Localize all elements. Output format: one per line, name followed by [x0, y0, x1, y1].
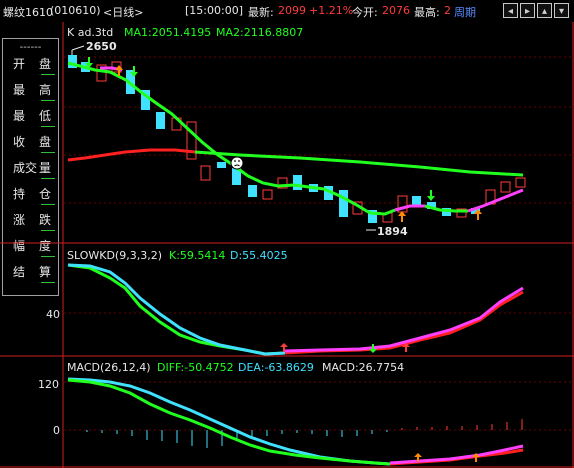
- candle-down: [293, 175, 302, 190]
- candle-down: [339, 190, 348, 217]
- macd-axis-tick-0: 0: [53, 424, 60, 437]
- macd-axis-tick-120: 120: [38, 378, 59, 391]
- high-price-marker: 2650: [86, 40, 117, 53]
- macd-diff-line: [67, 378, 391, 466]
- kd-k-line-tail: [284, 290, 524, 355]
- kd-panel-title: SLOWKD(9,3,3,2): [67, 249, 162, 262]
- candle-up: [515, 177, 526, 188]
- candle-down: [156, 112, 165, 129]
- sad-face-icon: [230, 156, 244, 170]
- candle-down: [248, 185, 257, 197]
- macd-diff-readout: DIFF:-50.4752: [157, 361, 234, 374]
- macd-panel-title: MACD(26,12,4): [67, 361, 151, 374]
- candle-up: [200, 165, 211, 181]
- kd-d-line: [67, 263, 286, 356]
- signal-line-price: [394, 204, 425, 212]
- ma1-readout: MA1:2051.4195: [124, 26, 211, 39]
- down-arrow-icon: [427, 190, 435, 201]
- up-arrow-icon: [398, 211, 406, 222]
- macd-dea-readout: DEA:-63.8629: [238, 361, 314, 374]
- kd-d-readout: D:55.4025: [230, 249, 288, 262]
- kd-k-readout: K:59.5414: [169, 249, 225, 262]
- price-panel-title: K ad.3td: [67, 26, 113, 39]
- kd-k-line: [67, 263, 286, 356]
- macd-value-readout: MACD:26.7754: [322, 361, 404, 374]
- candle-up: [500, 181, 511, 193]
- candle-down: [217, 162, 226, 168]
- chart-canvas[interactable]: K ad.3td MA1:2051.4195 MA2:2116.8807 265…: [0, 0, 574, 468]
- kd-d-line-tail: [284, 286, 524, 353]
- signal-arrows: [85, 57, 482, 222]
- candlesticks: [68, 55, 526, 223]
- ma2-readout: MA2:2116.8807: [216, 26, 303, 39]
- kd-axis-tick: 40: [46, 308, 60, 321]
- macd-dea-line: [67, 377, 391, 466]
- macd-histogram-positive: [401, 419, 523, 430]
- low-price-marker: 1894: [377, 225, 408, 238]
- candle-up: [262, 189, 273, 200]
